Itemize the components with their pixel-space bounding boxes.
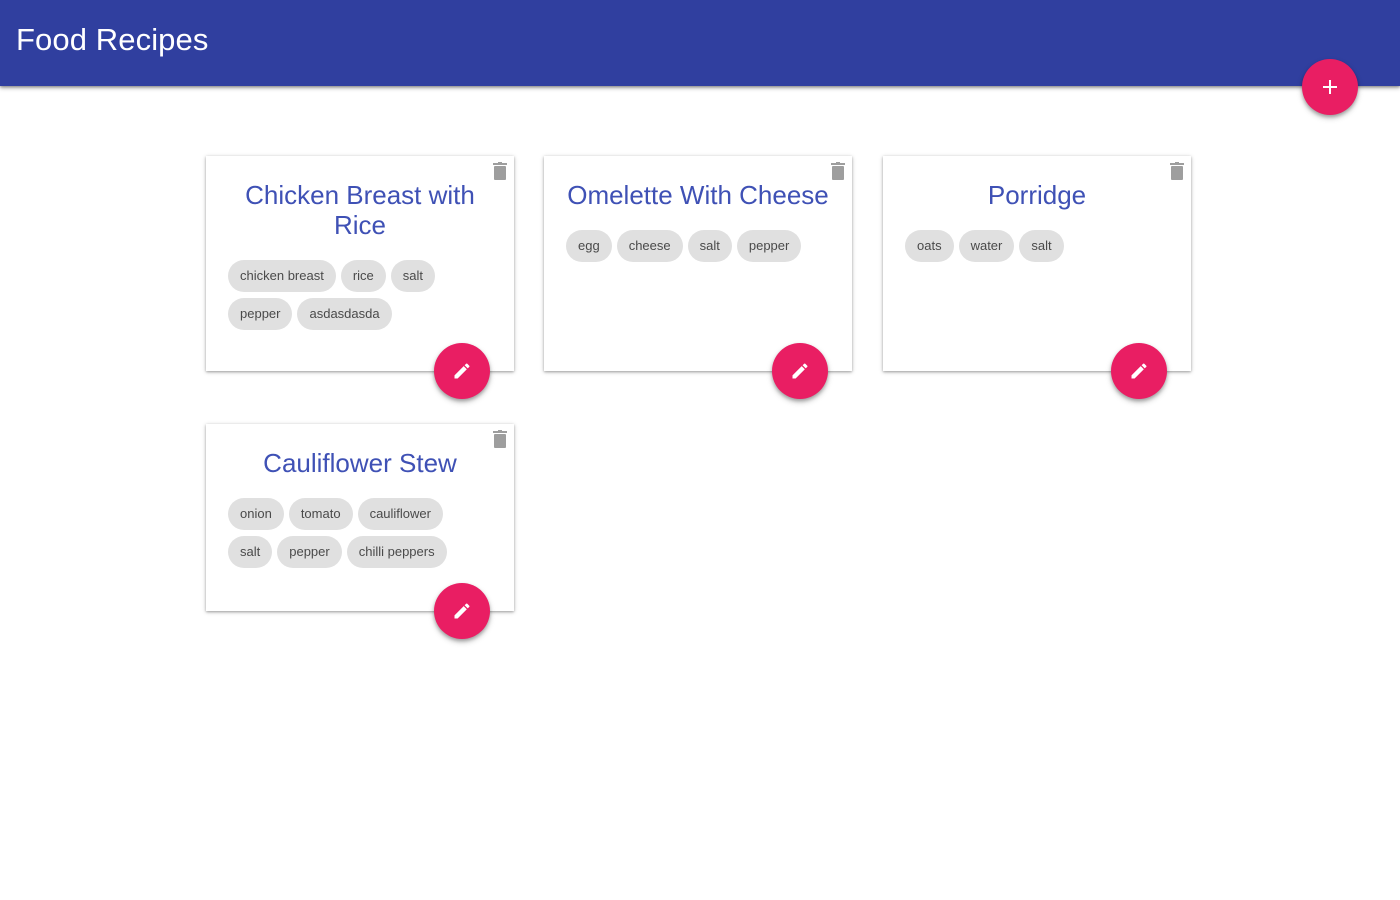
ingredient-chip: egg [566,230,612,262]
ingredient-chip: pepper [736,230,802,262]
pencil-icon [454,603,470,619]
pencil-icon [792,363,808,379]
ingredient-chip: pepper [277,536,342,568]
ingredient-chip: salt [390,260,436,292]
ingredient-chip: salt [228,536,273,568]
ingredient-chip: chicken breast [228,260,336,292]
ingredient-chip: asdasdasda [297,298,392,330]
edit-recipe-button[interactable] [434,583,490,639]
ingredient-chip: cauliflower [357,498,443,530]
ingredient-list: oats water salt [883,210,1191,262]
ingredient-list: chicken breast rice salt pepper asdasdas… [206,240,514,330]
ingredient-chip: water [958,230,1015,262]
delete-recipe-button[interactable] [492,162,508,180]
trash-icon [493,162,507,180]
trash-icon [1170,162,1184,180]
recipe-card: Chicken Breast with Rice chicken breast … [206,156,514,399]
recipe-card: Cauliflower Stew onion tomato cauliflowe… [206,424,514,639]
recipe-title: Chicken Breast with Rice [245,180,475,240]
ingredient-chip: cheese [616,230,683,262]
ingredient-chip: pepper [228,298,293,330]
ingredient-chip: rice [340,260,386,292]
edit-recipe-button[interactable] [434,343,490,399]
page-title: Food Recipes [16,22,209,57]
pencil-icon [1131,363,1147,379]
recipe-title: Omelette With Cheese [567,180,829,210]
delete-recipe-button[interactable] [492,430,508,448]
recipe-title: Porridge [987,180,1087,210]
trash-icon [831,162,845,180]
ingredient-chip: tomato [288,498,353,530]
ingredient-chip: oats [905,230,954,262]
recipe-title: Cauliflower Stew [263,448,457,478]
delete-recipe-button[interactable] [830,162,846,180]
pencil-icon [454,363,470,379]
ingredient-chip: chilli peppers [346,536,447,568]
ingredient-chip: salt [687,230,732,262]
edit-recipe-button[interactable] [772,343,828,399]
edit-recipe-button[interactable] [1111,343,1167,399]
ingredient-list: egg cheese salt pepper [544,210,852,262]
delete-recipe-button[interactable] [1169,162,1185,180]
plus-icon [1323,80,1337,94]
trash-icon [493,430,507,448]
ingredient-chip: salt [1019,230,1064,262]
ingredient-chip: onion [228,498,284,530]
recipe-card: Porridge oats water salt [883,156,1191,399]
ingredient-list: onion tomato cauliflower salt pepper chi… [206,478,514,568]
add-recipe-button[interactable] [1302,59,1358,115]
recipe-card: Omelette With Cheese egg cheese salt pep… [544,156,852,399]
app-bar: Food Recipes [0,0,1400,86]
